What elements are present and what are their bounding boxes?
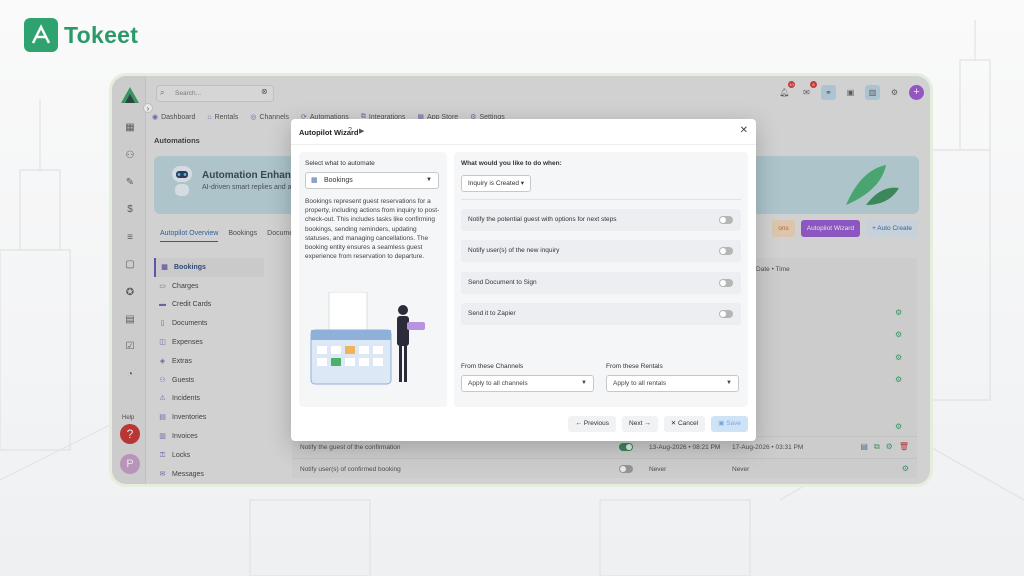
help-circle-icon[interactable]: ? — [348, 127, 352, 134]
entity-panel: Select what to automate ▦ Bookings ▼ Boo… — [299, 152, 447, 407]
action-toggle[interactable] — [719, 279, 733, 287]
next-button[interactable]: Next → — [622, 416, 658, 432]
channels-select[interactable]: Apply to all channels ▼ — [461, 375, 594, 392]
autopilot-wizard-modal: Autopilot Wizard ? ▶ ✕ Select what to au… — [291, 119, 756, 441]
save-button[interactable]: ▣ Save — [711, 416, 748, 432]
rentals-label: From these Rentals — [606, 363, 663, 370]
save-icon: ▣ — [718, 420, 725, 427]
caret-down-icon: ▼ — [426, 177, 432, 183]
entity-select[interactable]: ▦ Bookings ▼ — [305, 172, 439, 189]
previous-button[interactable]: ← Previous — [568, 416, 617, 432]
trigger-panel: What would you like to do when: Inquiry … — [454, 152, 748, 407]
select-label: Select what to automate — [305, 160, 375, 167]
brand-logo: Tokeet — [24, 18, 138, 52]
caret-down-icon: ▾ — [520, 180, 525, 187]
caret-down-icon: ▼ — [581, 380, 587, 386]
close-icon[interactable]: ✕ — [740, 125, 748, 136]
trigger-select[interactable]: Inquiry is Created ▾ — [461, 175, 532, 192]
divider — [461, 199, 741, 200]
video-icon[interactable]: ▶ — [359, 127, 364, 135]
action-item[interactable]: Send Document to Sign — [461, 272, 741, 294]
tokeet-logo-icon — [24, 18, 58, 52]
cancel-button[interactable]: ✕ Cancel — [663, 416, 706, 432]
action-item[interactable]: Notify user(s) of the new inquiry — [461, 240, 741, 262]
rentals-select[interactable]: Apply to all rentals ▼ — [606, 375, 739, 392]
modal-header: Autopilot Wizard ? ▶ ✕ — [291, 119, 756, 145]
brand-name: Tokeet — [64, 21, 139, 48]
action-toggle[interactable] — [719, 247, 733, 255]
action-toggle[interactable] — [719, 310, 733, 318]
modal-footer: ← Previous Next → ✕ Cancel ▣ Save — [568, 416, 748, 432]
calendar-icon: ▦ — [311, 177, 318, 184]
action-item[interactable]: Notify the potential guest with options … — [461, 209, 741, 231]
action-item[interactable]: Send it to Zapier — [461, 303, 741, 325]
channels-label: From these Channels — [461, 363, 524, 370]
calendar-illustration — [310, 292, 425, 385]
caret-down-icon: ▼ — [726, 380, 732, 386]
action-toggle[interactable] — [719, 216, 733, 224]
trigger-question: What would you like to do when: — [461, 160, 562, 167]
entity-description: Bookings represent guest reservations fo… — [305, 198, 440, 261]
